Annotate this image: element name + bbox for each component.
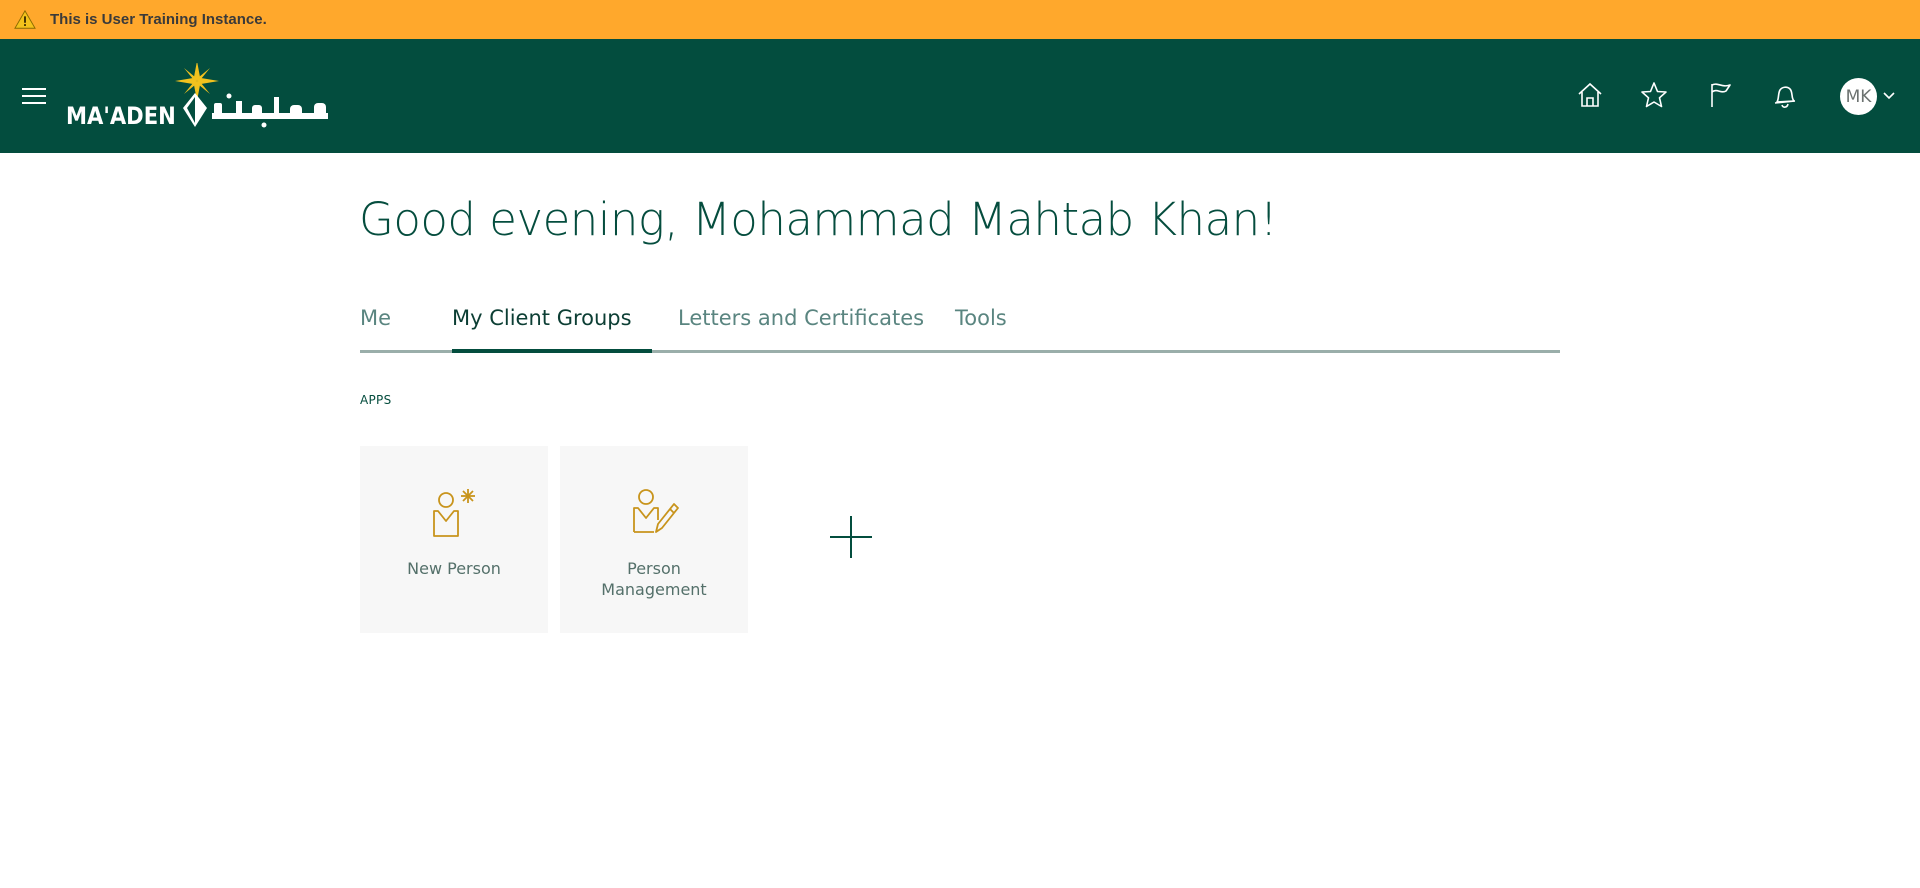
plus-icon[interactable] [826,512,876,562]
app-tile-new-person[interactable]: New Person [360,446,548,633]
apps-section-label: APPS [360,393,392,407]
banner-message: This is User Training Instance. [50,11,267,28]
app-tile-label: Person Management [601,559,707,599]
active-tab-indicator [452,349,652,353]
training-banner: This is User Training Instance. [0,0,1920,39]
warning-triangle-icon [14,9,36,29]
tab-letters-and-certificates[interactable]: Letters and Certificates [678,306,924,330]
tab-my-client-groups[interactable]: My Client Groups [452,306,632,330]
star-icon[interactable] [1638,79,1670,111]
hamburger-menu-icon[interactable] [22,86,48,106]
home-icon[interactable] [1574,79,1606,111]
app-tile-label: New Person [407,559,501,578]
bell-icon[interactable] [1768,79,1800,111]
tab-me[interactable]: Me [360,306,391,330]
chevron-down-icon[interactable] [1882,89,1896,103]
user-avatar[interactable]: MK [1840,78,1877,115]
logo-wordmark: MA'ADEN [66,102,176,130]
maaden-logo[interactable]: MA'ADEN [64,63,334,133]
global-header: MA'ADEN MK [0,39,1920,153]
page-greeting: Good evening, Mohammad Mahtab Khan! [359,193,1278,246]
person-management-icon [633,489,679,533]
springboard-tabs: Me My Client Groups Letters and Certific… [360,300,1560,356]
flag-icon[interactable] [1704,79,1736,111]
tab-tools[interactable]: Tools [955,306,1007,330]
new-person-icon [433,489,475,537]
app-tile-person-management[interactable]: Person Management [560,446,748,633]
